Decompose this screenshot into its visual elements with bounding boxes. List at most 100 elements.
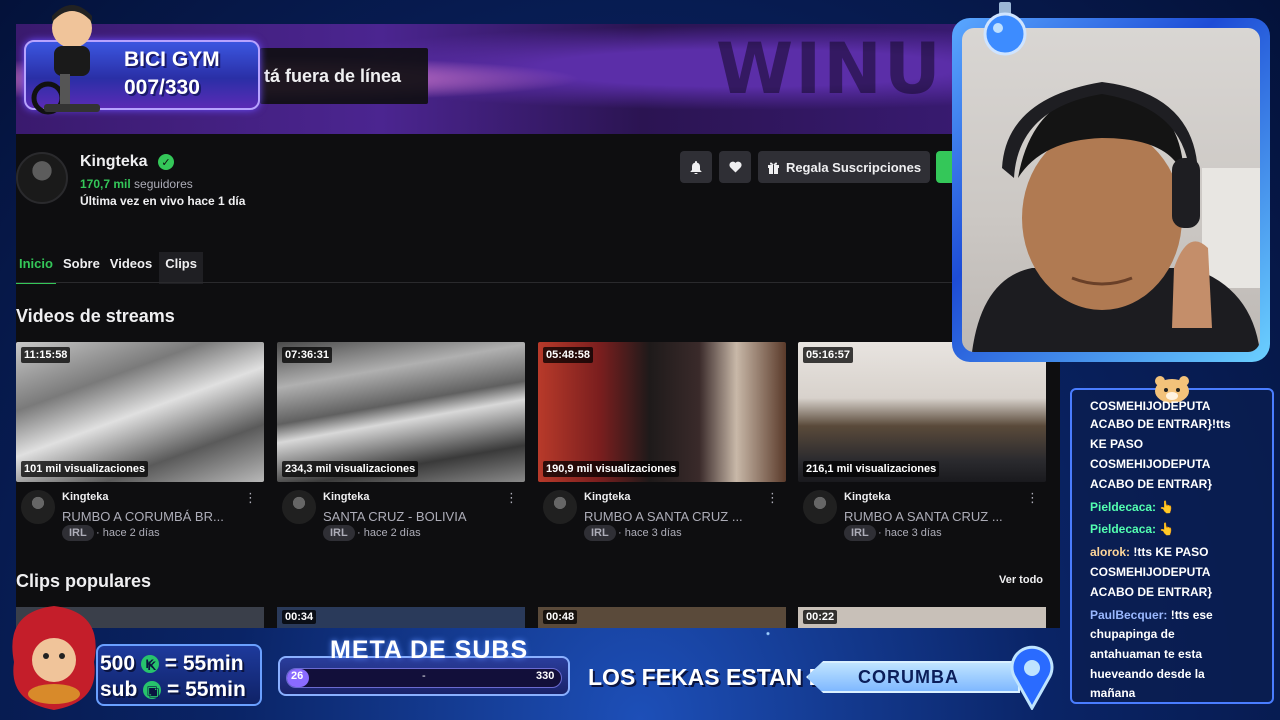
offline-notice: tá fuera de línea [260,48,428,104]
location-name: CORUMBA [858,667,959,687]
more-vertical-icon[interactable]: ⋮ [1026,490,1039,506]
bits-icon: K [140,655,159,673]
chat-username[interactable]: Pieldecaca: [1090,522,1156,536]
tabs-divider [16,282,1060,283]
gift-subscriptions-button[interactable]: Regala Suscripciones [758,151,930,183]
channel-avatar[interactable] [543,490,577,524]
see-all-link[interactable]: Ver todo [999,574,1043,586]
chat-text: ACABO DE ENTRAR} [1090,585,1213,599]
channel-avatar[interactable] [21,490,55,524]
video-tag[interactable]: IRL [323,525,355,541]
chat-message: ACABO DE ENTRAR} [1090,582,1266,602]
more-vertical-icon[interactable]: ⋮ [244,490,257,506]
video-channel-name[interactable]: Kingteka [323,491,369,503]
chat-message: ACABO DE ENTRAR} [1090,474,1266,494]
video-age: · hace 3 días [878,527,942,539]
video-tag[interactable]: IRL [62,525,94,541]
chat-message: mañana [1090,683,1266,703]
webcam-feed [962,28,1260,352]
clip-thumbnail[interactable]: 00:22 [798,607,1046,628]
chat-text: ACABO DE ENTRAR} [1090,477,1213,491]
tab-clips[interactable]: Clips [159,252,203,284]
subs-goal-target: 330 [536,670,555,682]
chat-message: PaulBecquer: !tts ese [1090,605,1266,625]
duration-badge: 05:48:58 [543,347,594,363]
video-channel-name[interactable]: Kingteka [844,491,890,503]
chat-message: COSMEHIJODEPUTA [1090,562,1266,582]
subs-goal-separator: - [422,670,426,682]
channel-tabs: Inicio Sobre Videos Clips [16,252,203,284]
video-thumbnail[interactable]: 05:48:58 190,9 mil visualizaciones [538,342,786,482]
video-channel-name[interactable]: Kingteka [62,491,108,503]
chat-username[interactable]: alorok: [1090,545,1130,559]
gift-sub-icon: ▣ [143,681,162,699]
video-card[interactable]: 05:48:58 190,9 mil visualizaciones Kingt… [538,342,786,541]
chat-text: 👆 [1156,500,1175,514]
clip-thumbnail[interactable]: 00:48 [538,607,786,628]
subs-rate-sub: sub ▣ = 55min [100,678,246,702]
video-title[interactable]: RUMBO A SANTA CRUZ ... [844,509,1022,524]
more-vertical-icon[interactable]: ⋮ [766,490,779,506]
video-channel-name[interactable]: Kingteka [584,491,630,503]
chat-text: COSMEHIJODEPUTA [1090,399,1211,413]
video-title[interactable]: RUMBO A SANTA CRUZ ... [584,509,762,524]
followers-label: seguidores [134,177,193,191]
chat-username[interactable]: Pieldecaca: [1090,500,1156,514]
tab-sobre[interactable]: Sobre [60,252,103,284]
followers-info: 170,7 mil seguidores [80,177,193,191]
video-tag[interactable]: IRL [584,525,616,541]
bici-gym-title: BICI GYM [124,48,220,71]
chat-message: COSMEHIJODEPUTA [1090,454,1266,474]
duration-badge: 11:15:58 [21,347,71,363]
video-age: · hace 2 días [96,527,160,539]
gift-icon [767,162,779,174]
notification-button[interactable] [680,151,712,183]
duration-badge: 07:36:31 [282,347,333,363]
video-title[interactable]: RUMBO A CORUMBÁ BR... [62,509,240,524]
chat-message: COSMEHIJODEPUTA [1090,396,1266,416]
banner-wordmark: WINU [716,28,943,110]
video-thumbnail[interactable]: 11:15:58 101 mil visualizaciones [16,342,264,482]
tab-videos[interactable]: Videos [107,252,155,284]
channel-avatar[interactable] [16,152,68,204]
chat-message: chupapinga de [1090,624,1266,644]
video-card[interactable]: 05:16:57 216,1 mil visualizaciones Kingt… [798,342,1046,541]
follow-button[interactable] [719,151,751,183]
chat-text: ACABO DE ENTRAR}!tts [1090,417,1231,431]
webcam-person-image [972,82,1260,352]
dragon-mascot-icon [12,606,96,710]
more-vertical-icon[interactable]: ⋮ [505,490,518,506]
chat-username[interactable]: PaulBecquer: [1090,608,1167,622]
chat-text: hueveando desde la [1090,667,1205,681]
chat-text: COSMEHIJODEPUTA [1090,457,1211,471]
last-live-text: Última vez en vivo hace 1 día [80,194,246,208]
potion-icon [983,2,1027,56]
video-title[interactable]: SANTA CRUZ - BOLIVIA [323,509,501,524]
video-thumbnail[interactable]: 05:16:57 216,1 mil visualizaciones [798,342,1046,482]
duration-badge: 05:16:57 [803,347,854,363]
webcam-frame [952,18,1270,362]
chat-text: mañana [1090,686,1136,700]
channel-avatar[interactable] [803,490,837,524]
video-card[interactable]: 11:15:58 101 mil visualizaciones Kingtek… [16,342,264,541]
heart-icon [728,161,742,173]
chat-message: Pieldecaca: 👆 [1090,497,1266,517]
views-badge: 190,9 mil visualizaciones [543,461,680,477]
video-tag[interactable]: IRL [844,525,876,541]
clip-thumbnail[interactable]: 00:34 [277,607,525,628]
views-badge: 216,1 mil visualizaciones [803,461,940,477]
video-age: · hace 3 días [618,527,682,539]
channel-name[interactable]: Kingteka [80,153,148,171]
video-thumbnail[interactable]: 07:36:31 234,3 mil visualizaciones [277,342,525,482]
chat-message: alorok: !tts KE PASO [1090,542,1266,562]
clip-duration-badge: 00:48 [543,610,578,624]
followers-count: 170,7 mil [80,177,131,191]
clip-duration-badge: 00:22 [803,610,838,624]
verified-check-icon: ✓ [158,154,174,170]
chat-message: hueveando desde la [1090,664,1266,684]
channel-avatar[interactable] [282,490,316,524]
chat-message: Pieldecaca: 👆 [1090,519,1266,539]
tab-inicio[interactable]: Inicio [16,252,56,284]
video-card[interactable]: 07:36:31 234,3 mil visualizaciones Kingt… [277,342,525,541]
chat-message: ACABO DE ENTRAR}!tts [1090,414,1266,434]
